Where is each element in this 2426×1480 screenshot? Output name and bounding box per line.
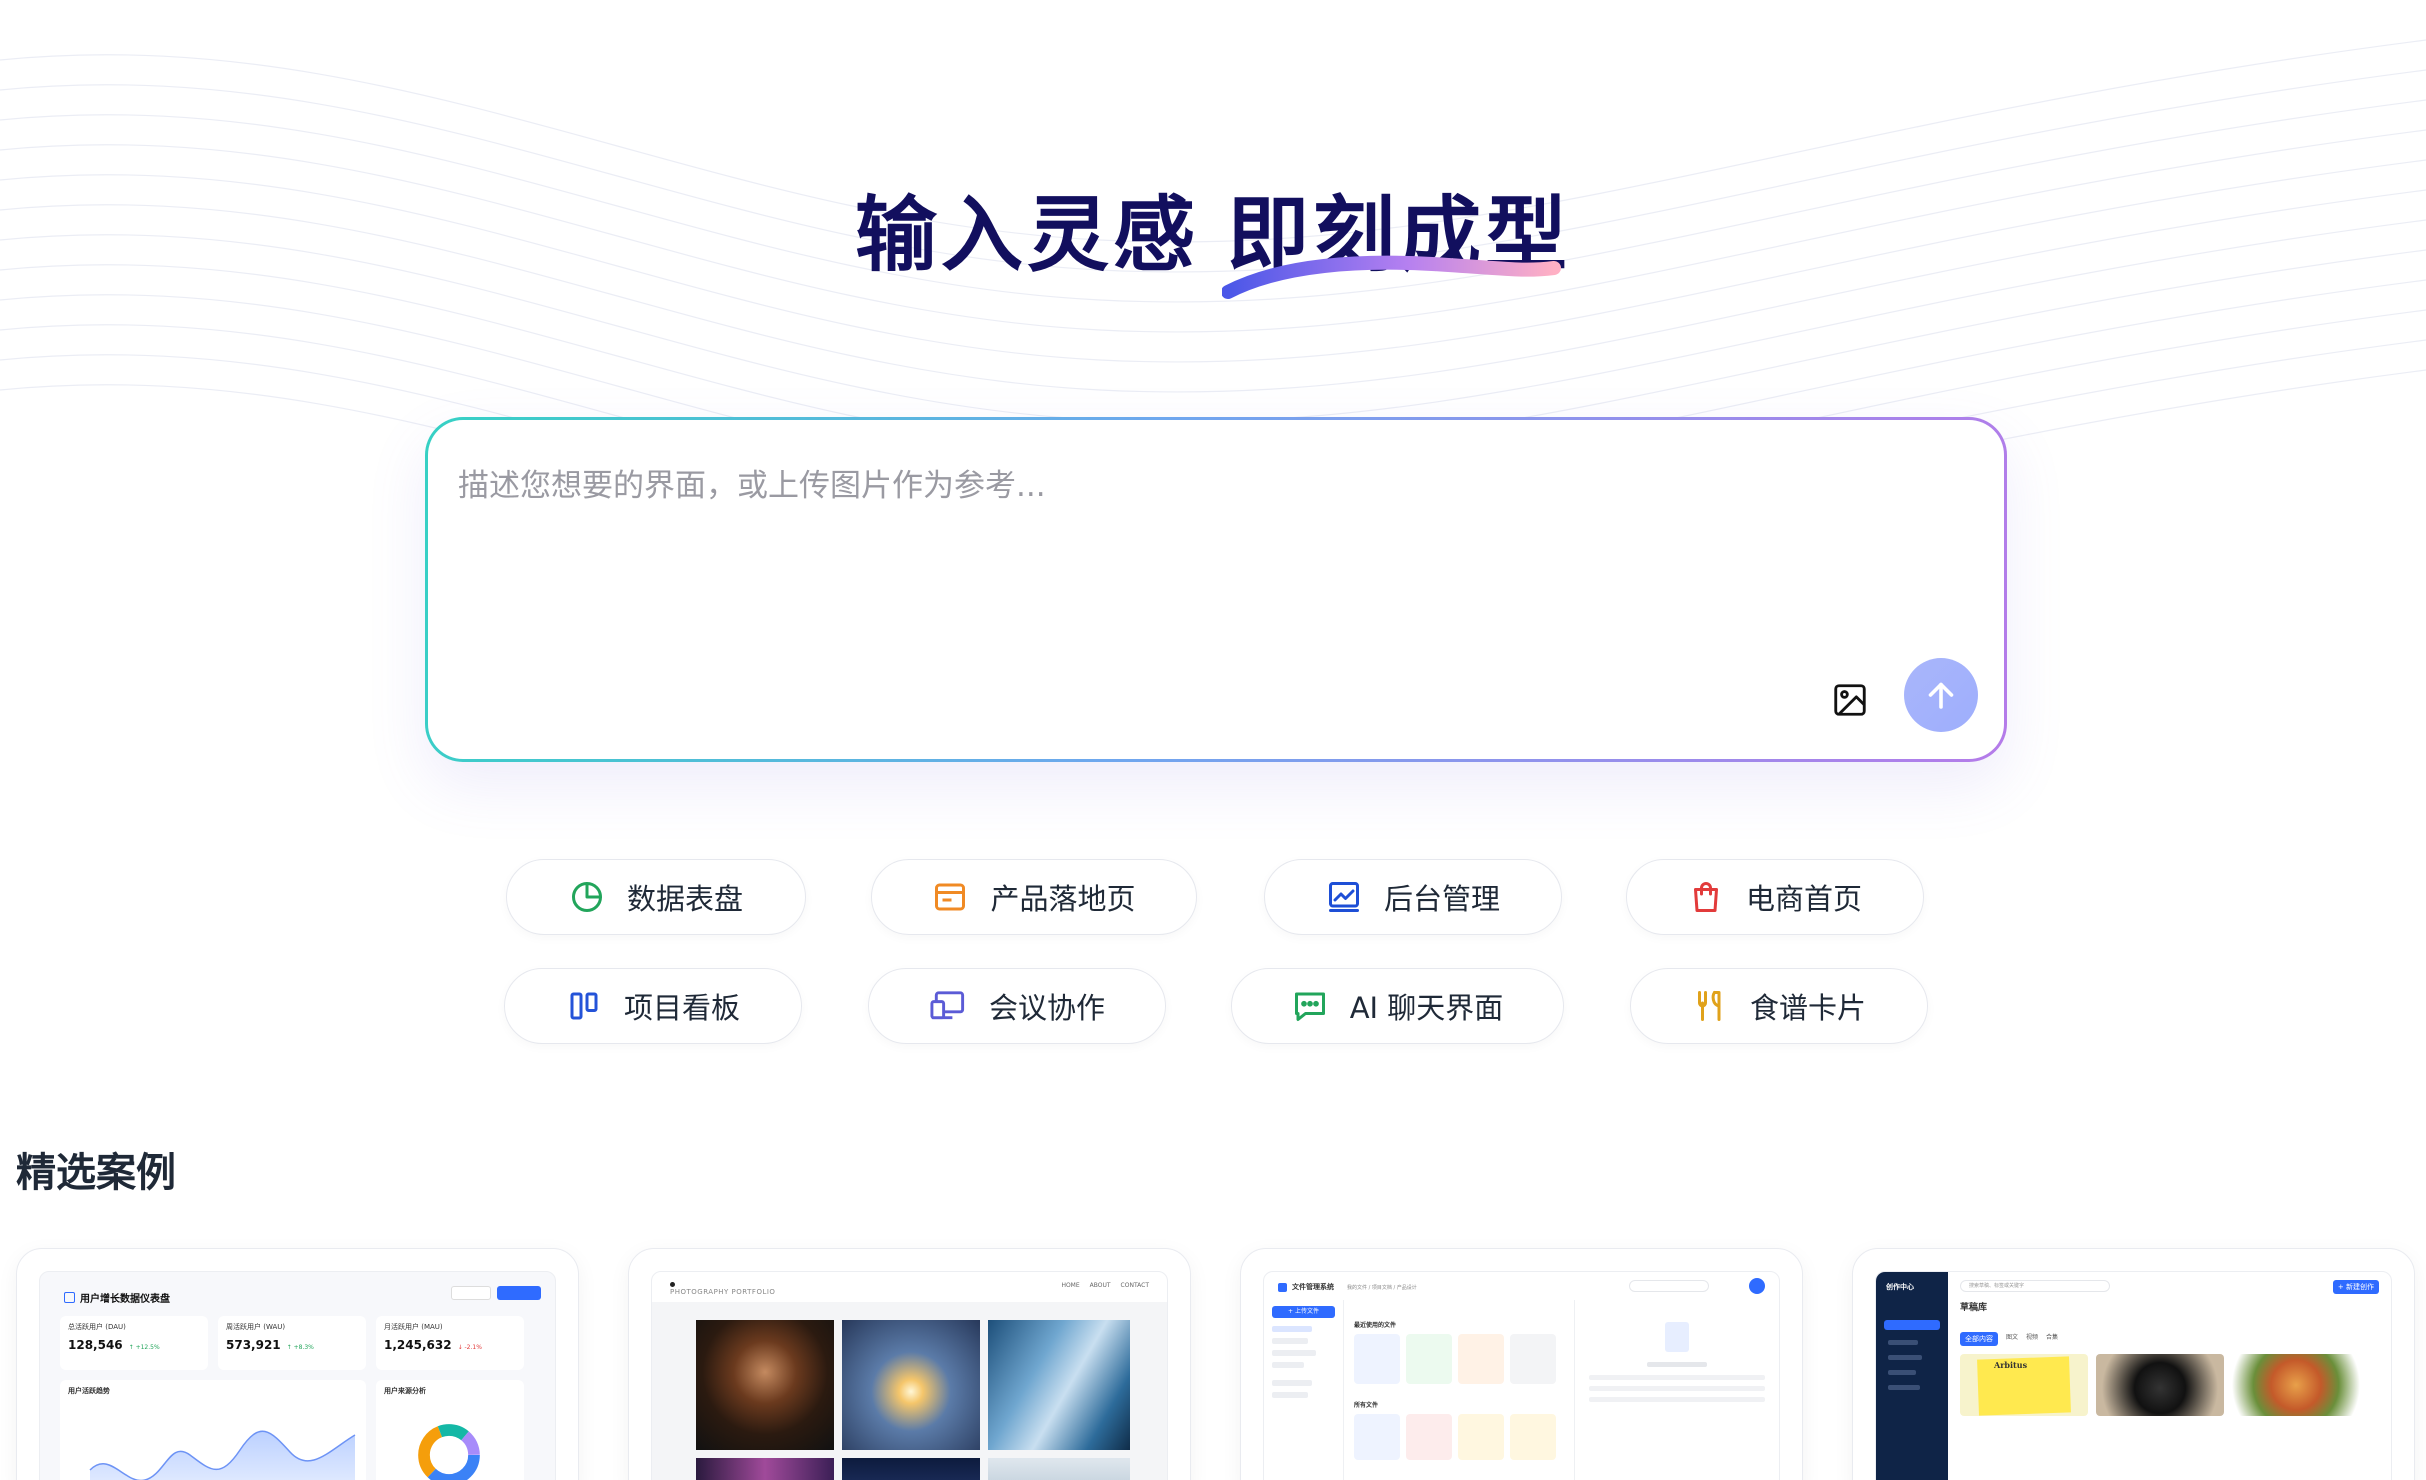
photo-sunset [842,1320,980,1450]
case-card-photography[interactable]: PHOTOGRAPHY PORTFOLIO HOME ABOUT CONTACT [628,1248,1191,1480]
photo-night-sky [842,1458,980,1480]
export-button [497,1286,541,1300]
photo-fog [988,1458,1130,1480]
trend-chart-card: 用户活跃趋势 [60,1380,366,1480]
avatar [1749,1278,1765,1294]
donut-chart [418,1424,480,1480]
chip-label: 产品落地页 [990,882,1136,916]
chip-label: 食谱卡片 [1749,991,1866,1025]
file-breadcrumb: 我的文件 / 项目文档 / 产品设计 [1347,1284,1417,1291]
folder-icon [1278,1282,1287,1292]
creation-search: 搜索草稿、标签或关键字 [1960,1280,2110,1292]
upload-image-button[interactable] [1823,673,1877,727]
arrow-up-icon [1928,682,1954,709]
hero-title-part1: 输入灵感 [854,188,1199,283]
chip-data-dashboard[interactable]: 数据表盘 [506,859,806,935]
chip-product-landing[interactable]: 产品落地页 [871,859,1197,935]
line-chart-icon [1328,882,1359,912]
hero-title: 输入灵感 即刻成型 [0,168,2426,287]
chip-admin-panel[interactable]: 后台管理 [1264,859,1562,935]
file-manager-preview: 文件管理系统 我的文件 / 项目文档 / 产品设计 + 上传文件 最近使用的文件… [1263,1271,1780,1480]
portfolio-brand: PHOTOGRAPHY PORTFOLIO [670,1288,776,1296]
file-app-name: 文件管理系统 [1292,1283,1334,1291]
kanban-icon [570,992,598,1020]
cover-notes: Arbitus [1960,1354,2088,1416]
case-card-dashboard[interactable]: 用户增长数据仪表盘 总活跃用户 (DAU) 128,546 ↑ +12.5% 周… [16,1248,579,1480]
case-card-creation-center[interactable]: 创作中心 搜索草稿、标签或关键字 + 新建创作 草稿库 全部内容 图文 视频 合… [1852,1248,2415,1480]
stat-card-wau: 周活跃用户 (WAU) 573,921 ↑ +8.3% [218,1316,366,1370]
chat-bubble-icon [1294,992,1325,1021]
pie-chart-icon [571,882,602,912]
file-sidebar: + 上传文件 [1264,1300,1344,1480]
photo-portrait [696,1320,834,1450]
date-filter [451,1286,491,1300]
browser-window-icon [935,883,966,911]
photo-skyscraper [988,1320,1130,1450]
featured-cases-title: 精选案例 [16,1150,176,1196]
creation-page-title: 草稿库 [1960,1303,1988,1313]
dashboard-title: 用户增长数据仪表盘 [80,1294,170,1305]
prompt-inner [428,420,2004,759]
creation-tabs: 全部内容 图文 视频 合集 [1960,1332,2058,1346]
chip-ai-chat[interactable]: AI 聊天界面 [1231,968,1564,1044]
cover-camera [2096,1354,2224,1416]
grid-icon [64,1292,75,1303]
chip-meeting-collab[interactable]: 会议协作 [868,968,1166,1044]
new-creation-button: + 新建创作 [2332,1280,2379,1294]
chip-label: 项目看板 [623,991,740,1025]
stat-card-mau: 月活跃用户 (MAU) 1,245,632 ↓ -2.1% [376,1316,524,1370]
send-button[interactable] [1904,658,1978,732]
area-chart [89,1430,356,1480]
title-underline-swoosh [1222,255,1561,299]
shopping-bag-icon [1693,882,1718,912]
photo-bokeh [696,1458,834,1480]
chip-label: 会议协作 [988,991,1105,1025]
prompt-input[interactable] [458,460,1938,660]
chip-recipe-card[interactable]: 食谱卡片 [1630,968,1928,1044]
file-detail-panel [1574,1300,1779,1480]
image-icon [1834,684,1866,716]
creation-center-preview: 创作中心 搜索草稿、标签或关键字 + 新建创作 草稿库 全部内容 图文 视频 合… [1875,1271,2392,1480]
prompt-box [425,417,2007,762]
chip-label: AI 聊天界面 [1349,991,1504,1025]
case-card-file-manager[interactable]: 文件管理系统 我的文件 / 项目文档 / 产品设计 + 上传文件 最近使用的文件… [1240,1248,1803,1480]
dashboard-preview: 用户增长数据仪表盘 总活跃用户 (DAU) 128,546 ↑ +12.5% 周… [39,1271,556,1480]
stat-card-dau: 总活跃用户 (DAU) 128,546 ↑ +12.5% [60,1316,208,1370]
logo-dot [670,1282,675,1287]
chip-label: 后台管理 [1383,882,1500,916]
cover-food [2232,1354,2360,1416]
chip-project-kanban[interactable]: 项目看板 [504,968,802,1044]
source-chart-card: 用户来源分析 [376,1380,524,1480]
utensils-icon [1697,991,1721,1021]
chip-ecommerce-home[interactable]: 电商首页 [1626,859,1924,935]
creation-sidebar: 创作中心 [1876,1272,1948,1480]
portfolio-nav: HOME ABOUT CONTACT [1061,1282,1149,1289]
chip-label: 数据表盘 [626,882,743,916]
devices-icon [930,991,965,1020]
file-search [1629,1280,1709,1292]
photography-preview: PHOTOGRAPHY PORTFOLIO HOME ABOUT CONTACT [651,1271,1168,1480]
chip-label: 电商首页 [1745,882,1862,916]
